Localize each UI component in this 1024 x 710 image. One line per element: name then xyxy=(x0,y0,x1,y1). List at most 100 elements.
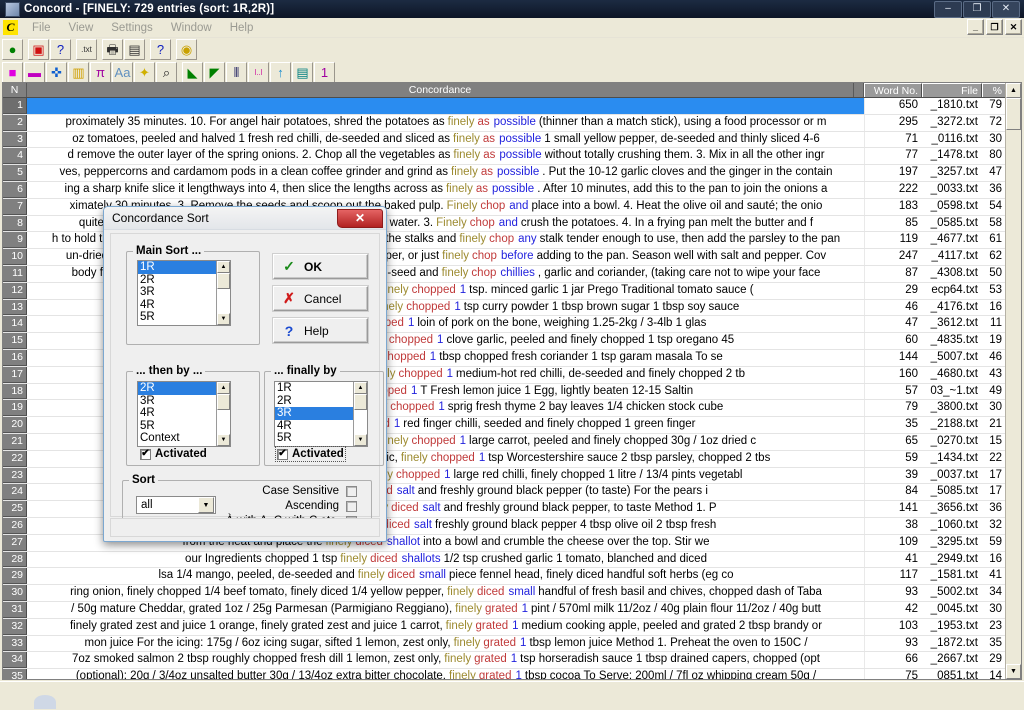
table-row[interactable]: 32 finely grated zest and juice 1 orange,… xyxy=(3,618,1021,636)
concordance-cell[interactable]: ves, peppercorns and cardamom pods in a … xyxy=(27,165,864,181)
row-number-cell[interactable]: 15 xyxy=(3,333,27,349)
concordance-cell[interactable]: / 50g mature Cheddar, grated 1oz / 25g P… xyxy=(27,602,864,618)
table-row[interactable]: 30 ring onion, finely chopped 1/4 beef to… xyxy=(3,585,1021,602)
row-number-cell[interactable]: 11 xyxy=(3,265,27,282)
row-number-cell[interactable]: 17 xyxy=(3,366,27,383)
finally-by-option[interactable]: 3R xyxy=(275,407,353,420)
scroll-thumb[interactable] xyxy=(1006,98,1021,130)
row-number-cell[interactable]: 34 xyxy=(3,652,27,669)
notes-icon[interactable]: ▤ xyxy=(292,62,313,83)
row-number-cell[interactable]: 10 xyxy=(3,249,27,265)
scroll-down-button[interactable]: ▼ xyxy=(1006,664,1021,679)
concordance-cell[interactable]: d remove the outer layer of the spring o… xyxy=(27,148,864,164)
row-number-cell[interactable]: 16 xyxy=(3,349,27,366)
concordance-cell[interactable]: finely grated zest and juice 1 orange, f… xyxy=(27,619,864,635)
main-sort-option[interactable]: 5R xyxy=(138,311,216,324)
row-number-cell[interactable]: 9 xyxy=(3,232,27,249)
collocates-icon[interactable]: l..l xyxy=(248,62,269,83)
resort-icon[interactable]: ✜ xyxy=(46,62,67,83)
row-number-cell[interactable]: 8 xyxy=(3,215,27,232)
scroll-track[interactable] xyxy=(217,410,230,434)
table-row[interactable]: 33 mon juice For the icing: 175g / 6oz ic… xyxy=(3,635,1021,653)
concordance-cell[interactable] xyxy=(27,98,864,114)
concordance-cell[interactable]: ring onion, finely chopped 1/4 beef toma… xyxy=(27,585,864,601)
grid-vertical-scrollbar[interactable]: ▲ ▼ xyxy=(1005,83,1021,679)
row-number-cell[interactable]: 1 xyxy=(3,98,27,114)
hint-bulb-icon[interactable]: ◉ xyxy=(176,39,197,60)
row-number-cell[interactable]: 27 xyxy=(3,534,27,551)
menu-item-settings[interactable]: Settings xyxy=(102,21,162,35)
scroll-up-button[interactable]: ▲ xyxy=(217,382,230,394)
row-number-cell[interactable]: 7 xyxy=(3,198,27,215)
dispersion-icon[interactable]: ⦀ xyxy=(226,62,247,83)
question-icon[interactable]: ? xyxy=(150,39,171,60)
plot-right-icon[interactable]: ◤ xyxy=(204,62,225,83)
case-sensitive-checkbox[interactable] xyxy=(346,485,357,497)
columns-icon[interactable]: ▥ xyxy=(68,62,89,83)
highlight-icon[interactable]: ✦ xyxy=(134,62,155,83)
row-number-cell[interactable]: 13 xyxy=(3,299,27,316)
scroll-track[interactable] xyxy=(217,289,230,313)
dialog-close-button[interactable]: ✕ xyxy=(337,208,383,228)
finally-by-option[interactable]: 5R xyxy=(275,432,353,445)
print-setup-icon[interactable]: ▤ xyxy=(124,39,145,60)
row-number-cell[interactable]: 35 xyxy=(3,669,27,679)
text-file-icon[interactable]: .txt xyxy=(76,39,97,60)
main-sort-option[interactable]: 4R xyxy=(138,299,216,312)
table-row[interactable]: 3 oz tomatoes, peeled and halved 1 fresh… xyxy=(3,131,1021,149)
search-icon[interactable]: ⌕ xyxy=(156,62,177,83)
main-sort-option[interactable]: 1R xyxy=(138,261,216,274)
magenta-block-icon[interactable]: ■ xyxy=(2,62,23,83)
table-row[interactable]: 1 650 _1810.txt 79 xyxy=(3,98,1021,115)
scroll-up-button[interactable]: ▲ xyxy=(217,261,230,273)
start-icon[interactable]: ● xyxy=(2,39,23,60)
row-number-cell[interactable]: 21 xyxy=(3,433,27,450)
row-number-cell[interactable]: 12 xyxy=(3,282,27,299)
row-number-cell[interactable]: 29 xyxy=(3,568,27,585)
scroll-thumb[interactable] xyxy=(217,394,230,410)
table-row[interactable]: 4 d remove the outer layer of the spring … xyxy=(3,148,1021,166)
row-number-cell[interactable]: 6 xyxy=(3,181,27,198)
print-icon[interactable]: 🖶 xyxy=(102,39,123,60)
then-by-listbox-scrollbar[interactable]: ▲ ▼ xyxy=(216,382,230,446)
one-icon[interactable]: 1 xyxy=(314,62,335,83)
concordance-cell[interactable]: proximately 35 minutes. 10. For angel ha… xyxy=(27,115,864,131)
table-row[interactable]: 35 (optional): 20g / 3/4oz unsalted butte… xyxy=(3,669,1021,679)
ascending-checkbox[interactable] xyxy=(346,500,357,512)
row-number-cell[interactable]: 5 xyxy=(3,165,27,181)
then-by-option[interactable]: 2R xyxy=(138,382,216,395)
concordance-cell[interactable]: (optional): 20g / 3/4oz unsalted butter … xyxy=(27,669,864,679)
row-number-cell[interactable]: 33 xyxy=(3,635,27,652)
row-number-cell[interactable]: 23 xyxy=(3,467,27,484)
finally-by-option[interactable]: 2R xyxy=(275,395,353,408)
row-number-cell[interactable]: 19 xyxy=(3,400,27,417)
scroll-up-button[interactable]: ▲ xyxy=(1006,83,1021,98)
scroll-down-button[interactable]: ▼ xyxy=(354,434,367,446)
concordance-cell[interactable]: ing a sharp knife slice it lengthways in… xyxy=(27,182,864,198)
row-number-cell[interactable]: 2 xyxy=(3,114,27,131)
row-number-cell[interactable]: 28 xyxy=(3,551,27,568)
row-number-cell[interactable]: 18 xyxy=(3,383,27,400)
scroll-down-button[interactable]: ▼ xyxy=(217,313,230,325)
plot-left-icon[interactable]: ◣ xyxy=(182,62,203,83)
scroll-track[interactable] xyxy=(354,410,367,434)
table-row[interactable]: 6 ing a sharp knife slice it lengthways i… xyxy=(3,181,1021,199)
help-book-icon[interactable]: ? xyxy=(50,39,71,60)
mdi-close-button[interactable]: ✕ xyxy=(1005,19,1022,35)
finally-by-listbox[interactable]: 1R 2R 3R 4R 5R ▲ ▼ xyxy=(274,381,368,447)
menu-item-view[interactable]: View xyxy=(60,21,103,35)
ascending-option[interactable]: Ascending xyxy=(111,500,379,512)
cancel-button[interactable]: ✗ Cancel xyxy=(273,286,368,311)
column-header-file[interactable]: File xyxy=(922,83,982,97)
column-header-word-no[interactable]: Word No. xyxy=(864,83,922,97)
concordance-cell[interactable]: lsa 1/4 mango, peeled, de-seeded and fine… xyxy=(27,568,864,584)
row-number-cell[interactable]: 25 xyxy=(3,501,27,517)
font-icon[interactable]: Aa xyxy=(112,62,133,83)
then-by-option[interactable]: 4R xyxy=(138,407,216,420)
pi-icon[interactable]: π xyxy=(90,62,111,83)
row-number-cell[interactable]: 20 xyxy=(3,417,27,433)
row-number-cell[interactable]: 3 xyxy=(3,131,27,148)
scroll-thumb[interactable] xyxy=(217,273,230,289)
main-sort-listbox-scrollbar[interactable]: ▲ ▼ xyxy=(216,261,230,325)
concordance-cell[interactable]: oz tomatoes, peeled and halved 1 fresh r… xyxy=(27,132,864,148)
